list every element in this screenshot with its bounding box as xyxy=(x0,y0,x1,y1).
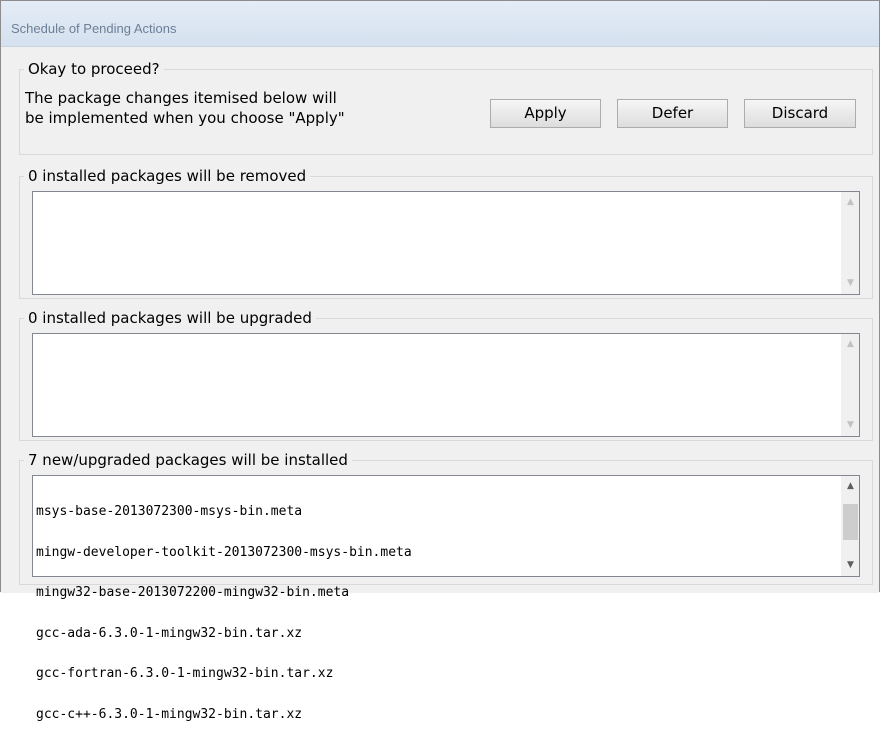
proceed-group-caption: Okay to proceed? xyxy=(24,59,164,79)
scroll-down-icon[interactable]: ▼ xyxy=(842,557,859,574)
list-item[interactable]: gcc-fortran-6.3.0-1-mingw32-bin.tar.xz xyxy=(36,667,841,681)
upgraded-list[interactable]: ▲ ▼ xyxy=(32,333,860,437)
proceed-message: The package changes itemised below will … xyxy=(25,88,345,128)
list-item[interactable]: msys-base-2013072300-msys-bin.meta xyxy=(36,505,841,519)
list-item[interactable]: mingw-developer-toolkit-2013072300-msys-… xyxy=(36,545,841,560)
list-item[interactable]: gcc-c++-6.3.0-1-mingw32-bin.tar.xz xyxy=(36,707,841,722)
scroll-up-icon[interactable]: ▲ xyxy=(842,336,859,353)
upgraded-group-caption: 0 installed packages will be upgraded xyxy=(24,308,316,328)
removed-scrollbar[interactable]: ▲ ▼ xyxy=(841,192,859,294)
window-title: Schedule of Pending Actions xyxy=(11,21,177,36)
proceed-message-line-2: be implemented when you choose "Apply" xyxy=(25,109,345,127)
installed-group-caption: 7 new/upgraded packages will be installe… xyxy=(24,450,352,470)
scroll-up-icon[interactable]: ▲ xyxy=(842,478,859,495)
title-bar[interactable]: Schedule of Pending Actions xyxy=(1,1,879,47)
removed-group-caption: 0 installed packages will be removed xyxy=(24,166,311,186)
defer-button[interactable]: Defer xyxy=(617,99,728,128)
pending-actions-window: Schedule of Pending Actions Okay to proc… xyxy=(0,0,880,721)
scroll-down-icon[interactable]: ▼ xyxy=(842,275,859,292)
dialog-body: Okay to proceed? The package changes ite… xyxy=(1,47,879,721)
scroll-up-icon[interactable]: ▲ xyxy=(842,194,859,211)
installed-list[interactable]: msys-base-2013072300-msys-bin.meta mingw… xyxy=(32,475,860,721)
removed-list[interactable]: ▲ ▼ xyxy=(32,191,860,295)
installed-list-items: msys-base-2013072300-msys-bin.meta mingw… xyxy=(36,478,841,748)
installed-scrollbar[interactable]: ▲ ▼ xyxy=(841,476,859,576)
scroll-thumb[interactable] xyxy=(843,504,858,540)
apply-button[interactable]: Apply xyxy=(490,99,601,128)
discard-button[interactable]: Discard xyxy=(744,99,856,128)
scroll-down-icon[interactable]: ▼ xyxy=(842,417,859,434)
list-item[interactable]: mingw32-base-2013072200-mingw32-bin.meta xyxy=(36,586,841,600)
proceed-message-line-1: The package changes itemised below will xyxy=(25,89,337,107)
list-item[interactable]: gcc-ada-6.3.0-1-mingw32-bin.tar.xz xyxy=(36,626,841,641)
upgraded-scrollbar[interactable]: ▲ ▼ xyxy=(841,334,859,436)
